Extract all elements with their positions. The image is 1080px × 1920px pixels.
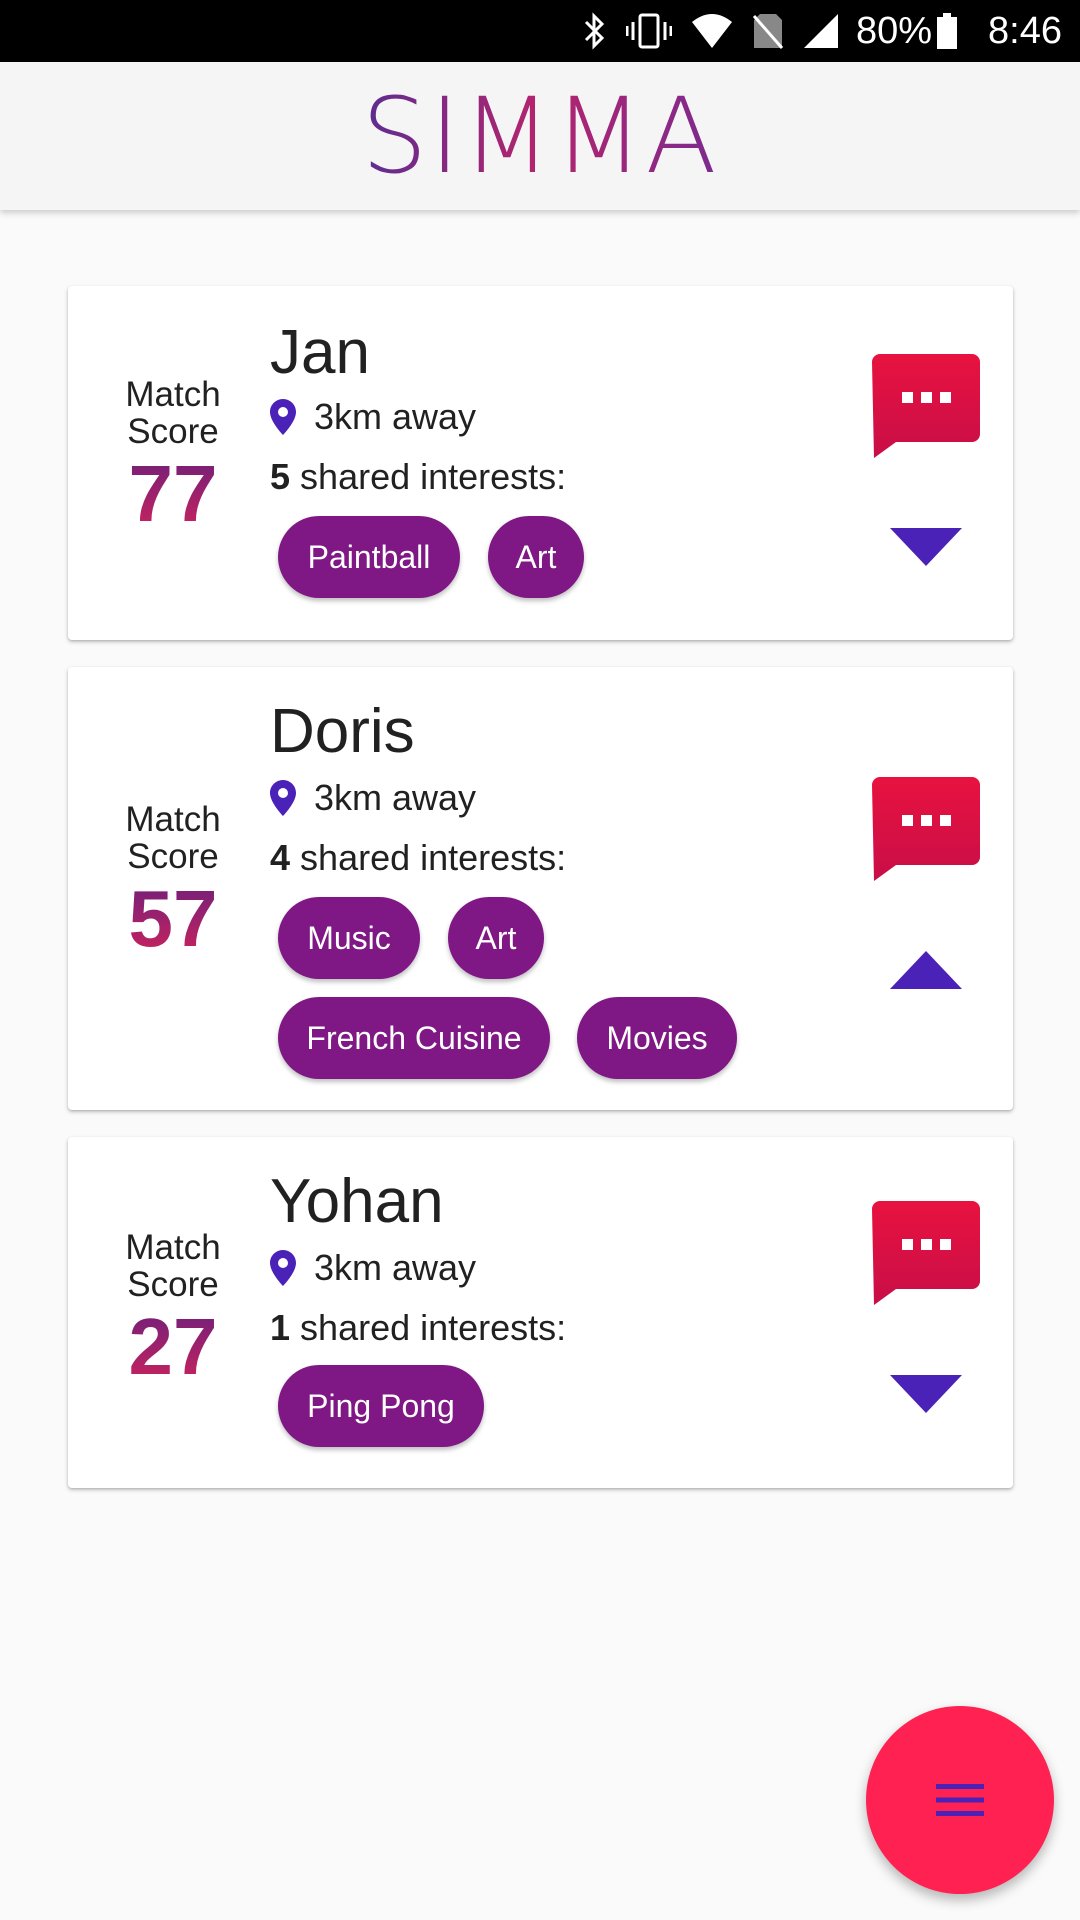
shared-interests-row: 1 shared interests: [270,1307,566,1349]
shared-interests-count: 1 [270,1307,291,1348]
distance-text: 3km away [314,1247,477,1288]
status-bar: 80% 8:46 [0,0,1080,62]
distance-text: 3km away [314,396,477,437]
shared-interests-count: 4 [270,837,291,878]
person-name: Doris [270,697,415,766]
collapse-arrow-icon[interactable] [890,951,962,991]
bluetooth-icon [582,12,608,50]
shared-interests-label: shared interests: [300,1307,567,1348]
location-pin-icon [270,780,296,816]
interest-chip[interactable]: Music [278,897,420,979]
chat-button[interactable] [872,777,980,881]
match-score-value: 57 [108,875,238,963]
match-score: Match Score 57 [108,801,238,963]
shared-interests-label: shared interests: [300,456,567,497]
expand-arrow-icon[interactable] [890,1375,962,1415]
person-name: Jan [270,318,370,387]
signal-icon [802,12,840,50]
expand-arrow-icon[interactable] [890,528,962,568]
match-score-label: Match Score [125,800,221,876]
distance-row: 3km away [270,1247,476,1289]
distance-text: 3km away [314,777,477,818]
interest-chip[interactable]: Art [488,516,584,598]
battery-icon [936,12,958,50]
shared-interests-count: 5 [270,456,291,497]
shared-interests-label: shared interests: [300,837,567,878]
menu-icon [936,1784,984,1816]
match-card[interactable]: Match Score 57 Doris 3km away 4 shared i… [68,667,1013,1110]
match-card[interactable]: Match Score 77 Jan 3km away 5 shared int… [68,286,1013,640]
interest-chip[interactable]: Ping Pong [278,1365,484,1447]
match-score: Match Score 77 [108,376,238,538]
match-score-value: 77 [108,450,238,538]
vibrate-icon [625,12,672,50]
shared-interests-row: 4 shared interests: [270,837,566,879]
interest-chip[interactable]: Movies [577,997,737,1079]
match-score-label: Match Score [125,375,221,451]
person-name: Yohan [270,1167,444,1236]
distance-row: 3km away [270,396,476,438]
menu-fab-button[interactable] [866,1706,1054,1894]
interest-chip[interactable]: Paintball [278,516,460,598]
chat-button[interactable] [872,354,980,458]
match-card[interactable]: Match Score 27 Yohan 3km away 1 shared i… [68,1137,1013,1488]
no-sim-icon [752,12,784,50]
location-pin-icon [270,399,296,435]
shared-interests-row: 5 shared interests: [270,456,566,498]
interest-chip[interactable]: French Cuisine [278,997,550,1079]
match-score-label: Match Score [125,1228,221,1304]
wifi-icon [690,12,734,50]
battery-percentage: 80% [855,9,933,52]
interest-chip[interactable]: Art [448,897,544,979]
clock: 8:46 [988,9,1062,52]
match-score-value: 27 [108,1303,238,1391]
distance-row: 3km away [270,777,476,819]
chat-button[interactable] [872,1201,980,1305]
location-pin-icon [270,1250,296,1286]
match-score: Match Score 27 [108,1229,238,1391]
app-bar: SIMMA [0,62,1080,210]
app-logo: SIMMA [361,75,719,197]
